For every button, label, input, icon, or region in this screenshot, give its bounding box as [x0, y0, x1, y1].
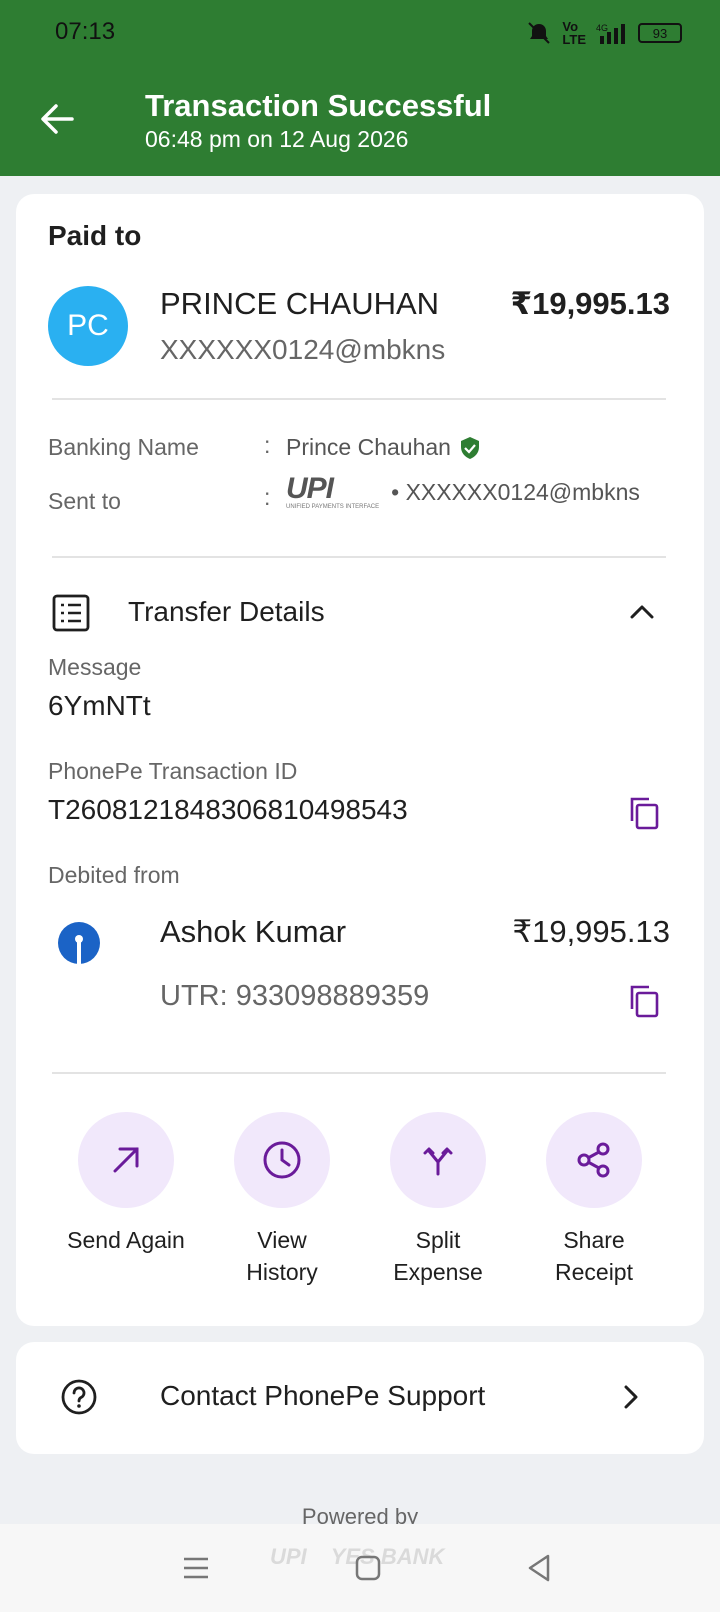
support-card[interactable]: Contact PhonePe Support: [16, 1342, 704, 1454]
upi-partner-logo: UPI: [270, 1544, 307, 1569]
divider: [52, 398, 666, 400]
app-header: 07:13 Vo LTE 4G 93 Transaction Successful…: [0, 0, 720, 176]
payee-vpa: XXXXXX0124@mbkns: [160, 334, 446, 365]
view-history-button[interactable]: View History: [202, 1112, 362, 1288]
menu-icon[interactable]: [176, 1548, 216, 1588]
arrow-up-right-icon: [113, 1147, 139, 1173]
payee-name: PRINCE CHAUHAN: [160, 286, 440, 321]
bank-logo: [58, 922, 100, 964]
mute-icon: [528, 22, 551, 44]
system-nav-bar: UPI YES BANK: [0, 1524, 720, 1612]
message-value: 6YmNTt: [48, 690, 151, 721]
signal-icon: 4G: [596, 23, 625, 44]
payee-avatar: PC: [48, 286, 128, 366]
clock-icon: [263, 1141, 301, 1179]
copy-icon[interactable]: [628, 796, 660, 830]
volte-icon: Vo LTE: [562, 19, 586, 47]
transaction-id-value: T2608121848306810498543: [48, 794, 408, 825]
colon: :: [264, 484, 271, 510]
status-icons: Vo LTE 4G 93: [526, 20, 682, 46]
copy-icon[interactable]: [628, 984, 660, 1018]
send-again-button[interactable]: Send Again: [46, 1112, 206, 1256]
action-label: Send Again: [67, 1227, 185, 1253]
verified-shield-icon: [460, 436, 479, 459]
paid-to-heading: Paid to: [48, 220, 142, 251]
action-label: Split Expense: [393, 1227, 483, 1285]
paid-amount: ₹19,995.13: [510, 286, 670, 321]
sent-to-label: Sent to: [48, 488, 121, 514]
divider: [52, 556, 666, 558]
back-triangle-icon[interactable]: [520, 1548, 560, 1588]
sent-to-vpa: • XXXXXX0124@mbkns: [391, 478, 640, 505]
help-question-icon: [61, 1379, 97, 1415]
utr-number: UTR: 933098889359: [160, 980, 430, 1012]
quick-actions: Send Again View History Split Expense Sh…: [16, 1112, 704, 1312]
back-arrow-icon[interactable]: [38, 100, 76, 138]
home-icon[interactable]: [348, 1548, 388, 1588]
debited-from-label: Debited from: [48, 862, 180, 888]
split-expense-button[interactable]: Split Expense: [358, 1112, 518, 1288]
transaction-id-label: PhonePe Transaction ID: [48, 758, 298, 784]
message-label: Message: [48, 654, 142, 680]
share-receipt-button[interactable]: Share Receipt: [514, 1112, 674, 1288]
receipt-list-icon: [52, 594, 90, 632]
split-icon: [423, 1147, 453, 1176]
chevron-right-icon[interactable]: [618, 1384, 644, 1410]
transaction-card: Paid to PC PRINCE CHAUHAN XXXXXX0124@mbk…: [16, 194, 704, 1326]
banking-name-label: Banking Name: [48, 434, 199, 460]
share-icon: [577, 1142, 610, 1178]
colon: :: [264, 432, 271, 458]
banking-name-value: Prince Chauhan: [286, 434, 481, 461]
contact-support-label[interactable]: Contact PhonePe Support: [160, 1380, 485, 1412]
action-label: View History: [246, 1227, 318, 1285]
upi-logo: UPI UNIFIED PAYMENTS INTERFACE: [286, 472, 380, 511]
chevron-up-icon[interactable]: [628, 598, 656, 626]
svg-text:4G: 4G: [596, 23, 608, 33]
debited-amount: ₹19,995.13: [512, 914, 670, 949]
divider: [52, 1072, 666, 1074]
transaction-timestamp: 06:48 pm on 12 Aug 2026: [145, 126, 409, 152]
battery-icon: 93: [638, 23, 682, 43]
sent-to-value: UPI UNIFIED PAYMENTS INTERFACE • XXXXXX0…: [286, 472, 640, 511]
transfer-details-title[interactable]: Transfer Details: [128, 596, 325, 628]
page-title: Transaction Successful: [145, 88, 492, 123]
status-time: 07:13: [55, 18, 116, 45]
account-holder-name: Ashok Kumar: [160, 914, 347, 949]
action-label: Share Receipt: [555, 1227, 633, 1285]
banking-name-text: Prince Chauhan: [286, 434, 451, 460]
